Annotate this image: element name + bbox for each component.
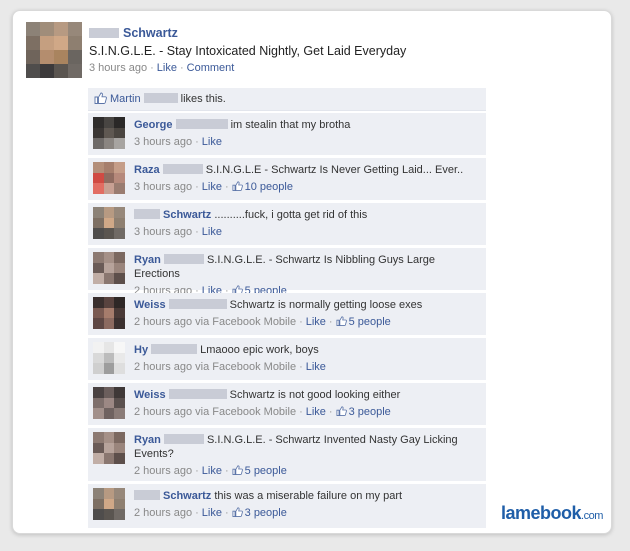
commenter-name[interactable]: Schwartz xyxy=(163,209,211,221)
lamebook-watermark: lamebook.com xyxy=(501,503,603,523)
thumbs-up-icon xyxy=(232,507,243,517)
comment-text: this was a miserable failure on my part xyxy=(214,490,403,502)
comment-item: Hy Lmaooo epic work, boys 2 hours ago vi… xyxy=(88,338,486,380)
comment-likes-count[interactable]: 3 people xyxy=(349,406,391,418)
commenter-avatar[interactable] xyxy=(93,342,125,374)
post-status: S.I.N.G.L.E. - Stay Intoxicated Nightly,… xyxy=(89,44,407,58)
redacted-last-name xyxy=(175,119,228,129)
poster-avatar[interactable] xyxy=(26,22,82,78)
liker-name[interactable]: Martin xyxy=(110,93,141,105)
comment-via: via Facebook Mobile xyxy=(195,361,297,373)
comment-like-link[interactable]: Like xyxy=(306,361,326,373)
redacted-last-name xyxy=(143,93,178,103)
redacted-first-name xyxy=(89,28,119,38)
redacted-last-name xyxy=(163,254,204,264)
comment-time[interactable]: 2 hours ago xyxy=(134,316,192,328)
commenter-name[interactable]: Raza xyxy=(134,164,160,176)
comment-time[interactable]: 2 hours ago xyxy=(134,465,192,477)
comment-like-link[interactable]: Like xyxy=(202,136,222,148)
commenter-avatar[interactable] xyxy=(93,432,125,464)
comment-like-link[interactable]: Like xyxy=(202,181,222,193)
comment-like-link[interactable]: Like xyxy=(202,226,222,238)
comment-text: Lmaooo epic work, boys xyxy=(200,344,319,356)
comment-likes-count[interactable]: 5 people xyxy=(245,465,287,477)
comment-text: ..........fuck, i gotta get rid of this xyxy=(214,209,368,221)
comment-item: Ryan S.I.N.G.L.E. - Schwartz Invented Na… xyxy=(88,428,486,481)
likes-suffix: likes this. xyxy=(180,93,226,105)
comment-like-link[interactable]: Like xyxy=(306,316,326,328)
comment-likes-count[interactable]: 10 people xyxy=(245,181,293,193)
comment-item: Schwartz this was a miserable failure on… xyxy=(88,484,486,528)
commenter-name[interactable]: George xyxy=(134,119,173,131)
comment-item: Raza S.I.N.G.L.E - Schwartz Is Never Get… xyxy=(88,158,486,200)
comment-item: Weiss Schwartz is not good looking eithe… xyxy=(88,383,486,425)
thumbs-up-icon xyxy=(94,92,107,104)
comment-time[interactable]: 3 hours ago xyxy=(134,181,192,193)
commenter-name[interactable]: Hy xyxy=(134,344,148,356)
redacted-last-name xyxy=(168,389,227,399)
comment-text: im stealin that my brotha xyxy=(230,119,351,131)
comment-like-link[interactable]: Like xyxy=(202,465,222,477)
comment-time[interactable]: 3 hours ago xyxy=(134,136,192,148)
thumbs-up-icon xyxy=(232,181,243,191)
post-header: Schwartz xyxy=(89,26,589,40)
commenter-avatar[interactable] xyxy=(93,162,125,194)
comment-likes-count[interactable]: 5 people xyxy=(349,316,391,328)
redacted-last-name xyxy=(163,434,204,444)
comment-likes-count[interactable]: 3 people xyxy=(245,507,287,519)
commenter-name[interactable]: Ryan xyxy=(134,254,161,266)
commenter-avatar[interactable] xyxy=(93,297,125,329)
redacted-first-name xyxy=(134,490,160,500)
post-author[interactable]: Schwartz xyxy=(123,26,178,40)
comment-via: via Facebook Mobile xyxy=(195,406,297,418)
comment-via: via Facebook Mobile xyxy=(195,316,297,328)
comment-text: Schwartz is not good looking either xyxy=(229,389,401,401)
commenter-name[interactable]: Ryan xyxy=(134,434,161,446)
comment-time[interactable]: 2 hours ago xyxy=(134,361,192,373)
comment-time[interactable]: 3 hours ago xyxy=(134,226,192,238)
comment-item: Schwartz ..........fuck, i gotta get rid… xyxy=(88,203,486,245)
post-comment-link[interactable]: Comment xyxy=(187,62,235,74)
story-card: Schwartz S.I.N.G.L.E. - Stay Intoxicated… xyxy=(12,10,612,534)
redacted-first-name xyxy=(134,209,160,219)
comment-item: Ryan S.I.N.G.L.E. - Schwartz Is Nibbling… xyxy=(88,248,486,297)
thumbs-up-icon xyxy=(336,316,347,326)
commenter-name[interactable]: Weiss xyxy=(134,389,166,401)
redacted-last-name xyxy=(151,344,198,354)
commenter-avatar[interactable] xyxy=(93,488,125,520)
comment-time[interactable]: 2 hours ago xyxy=(134,406,192,418)
comment-item: George im stealin that my brotha 3 hours… xyxy=(88,113,486,155)
comment-text: Schwartz is normally getting loose exes xyxy=(229,299,423,311)
comment-item: Weiss Schwartz is normally getting loose… xyxy=(88,293,486,335)
commenter-avatar[interactable] xyxy=(93,117,125,149)
commenter-avatar[interactable] xyxy=(93,252,125,284)
post-body: Schwartz S.I.N.G.L.E. - Stay Intoxicated… xyxy=(89,26,589,74)
post-meta: 3 hours ago · Like · Comment xyxy=(89,62,235,74)
comment-like-link[interactable]: Like xyxy=(306,406,326,418)
comment-time[interactable]: 2 hours ago xyxy=(134,507,192,519)
commenter-avatar[interactable] xyxy=(93,207,125,239)
likes-bar: Martin likes this. xyxy=(88,88,486,111)
comment-text: S.I.N.G.L.E - Schwartz Is Never Getting … xyxy=(205,164,464,176)
commenter-name[interactable]: Schwartz xyxy=(163,490,211,502)
thumbs-up-icon xyxy=(336,406,347,416)
commenter-avatar[interactable] xyxy=(93,387,125,419)
redacted-last-name xyxy=(162,164,203,174)
post-like-link[interactable]: Like xyxy=(157,62,177,74)
comment-like-link[interactable]: Like xyxy=(202,507,222,519)
redacted-last-name xyxy=(168,299,227,309)
thumbs-up-icon xyxy=(232,465,243,475)
commenter-name[interactable]: Weiss xyxy=(134,299,166,311)
post-time[interactable]: 3 hours ago xyxy=(89,62,147,74)
